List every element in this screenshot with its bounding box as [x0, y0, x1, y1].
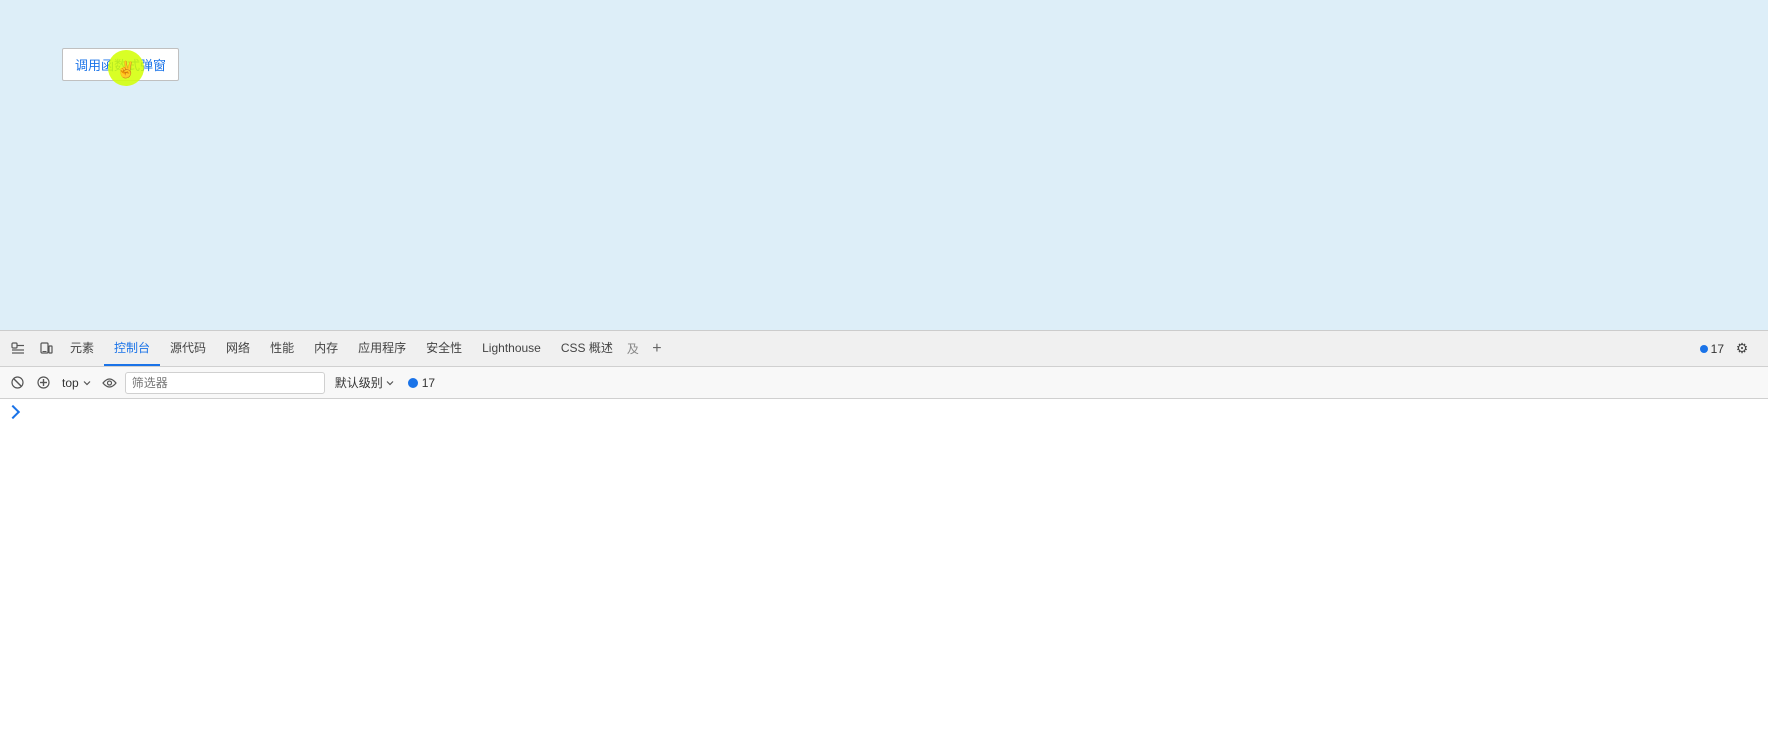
chevron-right-icon	[6, 405, 20, 419]
live-expressions-button[interactable]	[99, 372, 121, 394]
tab-application[interactable]: 应用程序	[348, 331, 416, 366]
console-content	[0, 399, 1768, 736]
settings-button[interactable]: ⚙	[1728, 335, 1756, 363]
log-level-selector[interactable]: 默认级别	[329, 372, 400, 393]
context-selector[interactable]: top	[58, 374, 95, 392]
invoke-dialog-button[interactable]: 调用函数式弹窗	[62, 48, 179, 81]
add-tab-button[interactable]: +	[643, 335, 671, 363]
inspect-element-button[interactable]	[4, 335, 32, 363]
message-count-number: 17	[1711, 342, 1724, 356]
message-count-badge: 17	[1700, 342, 1724, 356]
tab-sources[interactable]: 源代码	[160, 331, 216, 366]
tab-elements[interactable]: 元素	[60, 331, 104, 366]
context-label: top	[62, 376, 79, 390]
toolbar-message-count: 17	[408, 376, 435, 390]
console-expand-row[interactable]	[8, 405, 1760, 419]
tab-network[interactable]: 网络	[216, 331, 260, 366]
filter-input[interactable]	[125, 372, 325, 394]
console-toolbar: top 默认级别 17	[0, 367, 1768, 399]
tab-performance[interactable]: 性能	[260, 331, 304, 366]
level-label: 默认级别	[335, 374, 383, 391]
toolbar-blue-dot-icon	[408, 378, 418, 388]
tab-console[interactable]: 控制台	[104, 331, 160, 366]
tab-right-icons: 17 ⚙	[1700, 335, 1764, 363]
css-overview-icon: 及	[623, 340, 643, 357]
tab-memory[interactable]: 内存	[304, 331, 348, 366]
device-toggle-button[interactable]	[32, 335, 60, 363]
tab-css-overview[interactable]: CSS 概述	[551, 331, 623, 366]
tab-security[interactable]: 安全性	[416, 331, 472, 366]
devtools-panel: 元素 控制台 源代码 网络 性能 内存 应用程序 安全性 Lighthouse …	[0, 330, 1768, 736]
devtools-tabs-row: 元素 控制台 源代码 网络 性能 内存 应用程序 安全性 Lighthouse …	[0, 331, 1768, 367]
toolbar-count-number: 17	[422, 376, 435, 390]
page-area: 调用函数式弹窗 ✌	[0, 0, 1768, 330]
preserve-log-button[interactable]	[32, 372, 54, 394]
clear-console-button[interactable]	[6, 372, 28, 394]
blue-dot-icon	[1700, 345, 1708, 353]
tab-lighthouse[interactable]: Lighthouse	[472, 331, 551, 366]
